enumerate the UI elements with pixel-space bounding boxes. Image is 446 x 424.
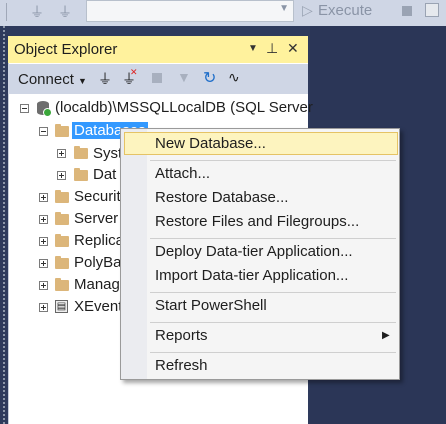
menu-separator <box>150 352 396 353</box>
chevron-down-icon: ▼ <box>78 76 87 86</box>
folder-icon <box>55 234 69 247</box>
menu-separator <box>150 160 396 161</box>
expand-icon[interactable] <box>39 259 48 268</box>
close-icon[interactable]: ✕ <box>287 40 299 57</box>
collapse-icon[interactable] <box>39 127 48 136</box>
expand-icon[interactable] <box>57 171 66 180</box>
tree-item-replication[interactable]: Replica <box>74 232 124 249</box>
menu-separator <box>150 322 396 323</box>
expand-icon[interactable] <box>57 149 66 158</box>
submenu-arrow-icon: ▶ <box>382 330 390 341</box>
folder-icon <box>74 168 88 181</box>
menu-item-start-powershell[interactable]: Start PowerShell <box>155 297 267 314</box>
folder-icon <box>74 146 88 159</box>
menu-item-restore-database[interactable]: Restore Database... <box>155 189 288 206</box>
stop-icon[interactable] <box>152 73 162 83</box>
execute-button[interactable]: Execute <box>318 2 372 19</box>
xevent-profiler-icon: ▤ <box>55 300 68 313</box>
menu-item-attach[interactable]: Attach... <box>155 165 210 182</box>
play-icon[interactable]: ▷ <box>302 2 313 19</box>
disconnect-plug-icon[interactable]: ⏚ <box>58 2 72 22</box>
tree-item-database-snapshots[interactable]: Dat <box>93 166 116 183</box>
menu-item-restore-files[interactable]: Restore Files and Filegroups... <box>155 213 359 230</box>
tree-item-security[interactable]: Securit <box>74 188 121 205</box>
refresh-icon[interactable]: ↻ <box>203 68 216 88</box>
menu-separator <box>150 292 396 293</box>
folder-icon <box>55 124 69 137</box>
folder-icon <box>55 212 69 225</box>
menu-item-deploy-data-tier[interactable]: Deploy Data-tier Application... <box>155 243 353 260</box>
pin-icon[interactable]: ⊥ <box>266 40 278 57</box>
database-selector[interactable]: ▼ <box>86 0 294 22</box>
connect-label: Connect <box>18 71 74 88</box>
connect-plug-icon[interactable]: ⏚ <box>30 2 44 22</box>
menu-item-import-data-tier[interactable]: Import Data-tier Application... <box>155 267 348 284</box>
expand-icon[interactable] <box>39 193 48 202</box>
folder-icon <box>55 256 69 269</box>
tree-item-server[interactable]: (localdb)\MSSQLLocalDB (SQL Server <box>55 99 313 116</box>
connect-plug-icon[interactable]: ⏚ <box>98 69 112 89</box>
tree-item-system-databases[interactable]: Syst <box>93 145 122 162</box>
tree-item-server-objects[interactable]: Server <box>74 210 118 227</box>
main-toolbar: ⏚ ⏚ ▼ ▷ Execute <box>0 0 446 26</box>
tree-item-polybase[interactable]: PolyBa <box>74 254 122 271</box>
expand-icon[interactable] <box>39 215 48 224</box>
database-server-icon <box>37 101 52 117</box>
chevron-down-icon: ▼ <box>279 3 289 14</box>
menu-separator <box>150 238 396 239</box>
collapse-icon[interactable] <box>20 104 29 113</box>
expand-icon[interactable] <box>39 303 48 312</box>
expand-icon[interactable] <box>39 237 48 246</box>
dock-border <box>3 26 5 424</box>
expand-icon[interactable] <box>39 281 48 290</box>
tree-item-management[interactable]: Manag <box>74 276 120 293</box>
tree-item-xevent[interactable]: XEvent <box>74 298 122 315</box>
context-menu-gutter <box>121 129 147 379</box>
menu-item-refresh[interactable]: Refresh <box>155 357 208 374</box>
toolbar-separator <box>6 3 7 21</box>
connect-button[interactable]: Connect ▼ <box>18 71 87 88</box>
folder-icon <box>55 190 69 203</box>
menu-item-reports[interactable]: Reports <box>155 327 208 344</box>
disconnect-plug-icon[interactable]: ⏚ ✕ <box>122 67 138 89</box>
folder-icon <box>55 278 69 291</box>
activity-monitor-icon[interactable]: ∿ <box>228 69 240 86</box>
stop-icon[interactable] <box>402 6 412 16</box>
panel-title: Object Explorer <box>14 41 118 58</box>
menu-item-new-database[interactable]: New Database... <box>155 135 266 152</box>
parse-check-icon[interactable] <box>425 3 439 17</box>
filter-icon[interactable]: ▼ <box>177 69 191 85</box>
panel-dropdown-icon[interactable]: ▼ <box>248 43 258 54</box>
